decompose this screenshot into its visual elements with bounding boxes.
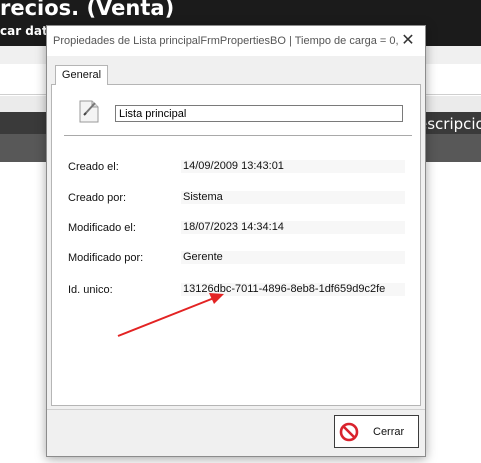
tab-general-label: General: [61, 69, 102, 81]
tab-general[interactable]: General: [55, 65, 108, 85]
